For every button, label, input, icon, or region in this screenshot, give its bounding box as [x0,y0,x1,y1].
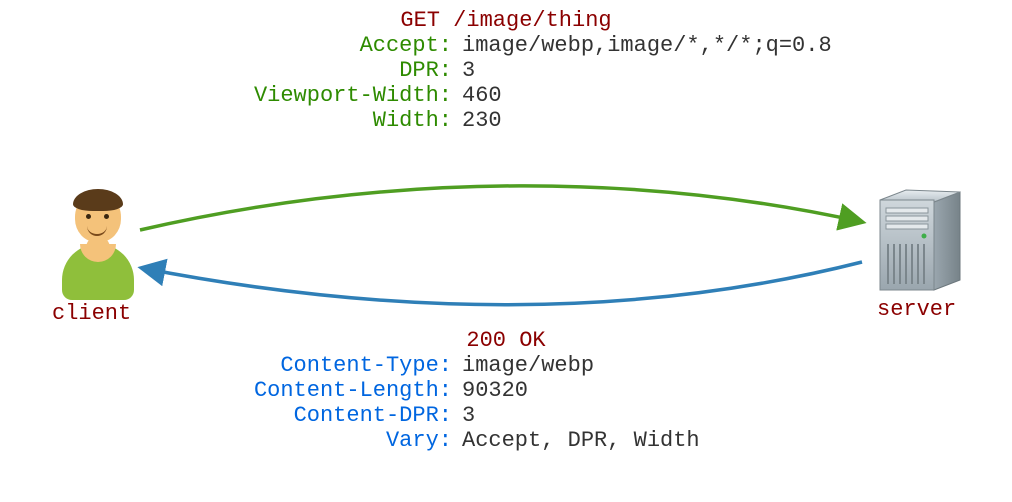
response-arrow [142,262,862,305]
status-line: 200 OK [0,328,1012,353]
response-header-row: Vary: Accept, DPR, Width [0,428,1012,453]
response-header-row: Content-Length: 90320 [0,378,1012,403]
response-header-key: Content-Type: [0,353,456,378]
server-label: server [877,297,956,322]
response-header-key: Content-Length: [0,378,456,403]
request-header-value: image/webp,image/*,*/*;q=0.8 [456,33,1012,58]
http-request-block: GET /image/thing Accept: image/webp,imag… [0,8,1012,133]
request-header-row: Width: 230 [0,108,1012,133]
response-header-key: Content-DPR: [0,403,456,428]
request-header-key: Width: [0,108,456,133]
response-header-value: 90320 [456,378,1012,403]
request-header-key: Accept: [0,33,456,58]
request-header-row: Viewport-Width: 460 [0,83,1012,108]
request-header-key: DPR: [0,58,456,83]
response-header-value: Accept, DPR, Width [456,428,1012,453]
client-avatar-icon [62,192,134,297]
response-header-key: Vary: [0,428,456,453]
request-arrow [140,186,862,230]
response-header-value: image/webp [456,353,1012,378]
request-header-key: Viewport-Width: [0,83,456,108]
client-label: client [52,301,131,326]
response-header-row: Content-DPR: 3 [0,403,1012,428]
request-line: GET /image/thing [0,8,1012,33]
request-header-value: 230 [456,108,1012,133]
server-icon [874,188,966,296]
request-header-value: 460 [456,83,1012,108]
request-header-row: Accept: image/webp,image/*,*/*;q=0.8 [0,33,1012,58]
response-header-value: 3 [456,403,1012,428]
http-response-block: 200 OK Content-Type: image/webp Content-… [0,328,1012,453]
response-header-row: Content-Type: image/webp [0,353,1012,378]
request-header-value: 3 [456,58,1012,83]
request-header-row: DPR: 3 [0,58,1012,83]
